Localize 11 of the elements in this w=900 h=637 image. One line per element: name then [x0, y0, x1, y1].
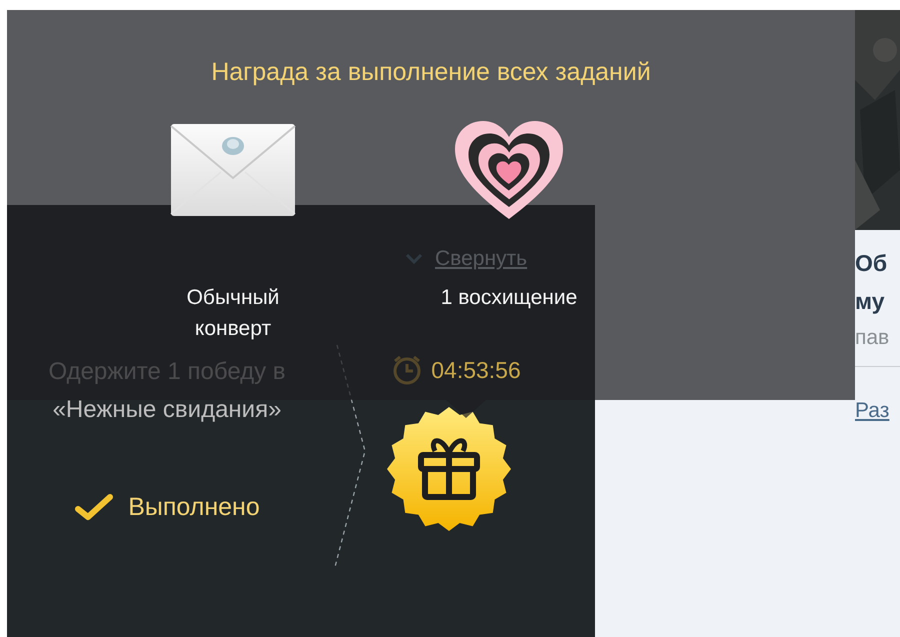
- reward-label: Обычный конверт: [186, 284, 280, 342]
- envelope-icon: [169, 122, 297, 218]
- article-title: му: [855, 287, 886, 316]
- article-meta: пав: [855, 325, 890, 351]
- article-link[interactable]: Раз: [855, 395, 900, 426]
- reward-label: 1 восхищение: [440, 284, 578, 310]
- task-timer: 04:53:56: [431, 356, 521, 384]
- tooltip-title: Награда за выполнение всех заданий: [211, 57, 651, 88]
- task-status: Выполнено: [128, 492, 260, 522]
- gift-badge-icon: [385, 405, 513, 533]
- article-title: Об: [855, 249, 888, 278]
